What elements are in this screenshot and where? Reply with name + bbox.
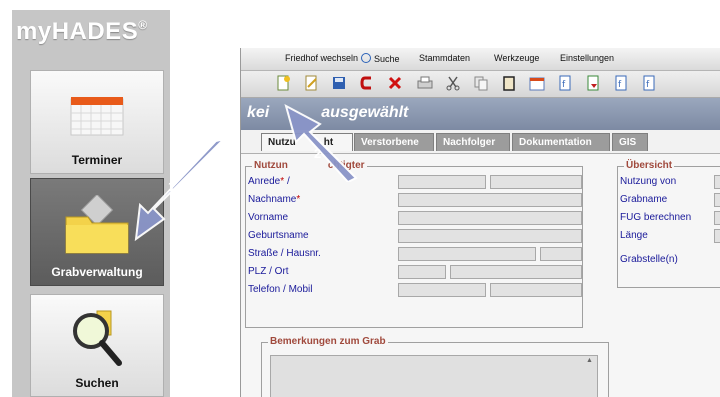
scroll-up-icon[interactable]: ▲: [586, 357, 593, 364]
folder-icon: [62, 193, 132, 260]
strasse-label: Straße / Hausnr.: [248, 248, 321, 259]
fug-field[interactable]: [714, 211, 720, 225]
new-icon[interactable]: [275, 75, 291, 91]
annotation-step-1: 1: [168, 179, 175, 194]
form-area: Nutzun chtigter Anrede* / Nachname* Vorna…: [241, 153, 720, 397]
save-icon[interactable]: [331, 75, 347, 91]
paste-icon[interactable]: [501, 75, 517, 91]
grabname-field[interactable]: [714, 193, 720, 207]
magnifier-icon: [67, 305, 127, 374]
undo-icon[interactable]: [359, 75, 375, 91]
mobil-field[interactable]: [490, 283, 582, 297]
app-logo: myHADES®: [16, 18, 148, 45]
calendar-icon[interactable]: [529, 75, 545, 91]
menu-einstellungen[interactable]: Einstellungen: [560, 53, 614, 63]
grabstelle-label: Grabstelle(n): [620, 254, 678, 265]
bemerkungen-group: Bemerkungen zum Grab ▲: [261, 336, 609, 397]
edit-icon[interactable]: [303, 75, 319, 91]
strasse-field[interactable]: [398, 247, 536, 261]
menu-suche[interactable]: Suche: [361, 53, 400, 64]
export-icon[interactable]: [585, 75, 601, 91]
annotation-arrow-2: 2: [284, 104, 358, 182]
plz-field[interactable]: [398, 265, 446, 279]
cut-icon[interactable]: [445, 75, 461, 91]
plz-ort-label: PLZ / Ort: [248, 266, 289, 277]
delete-icon[interactable]: [387, 75, 403, 91]
annotation-arrow-1: 1: [134, 137, 228, 242]
laenge-label: Länge: [620, 230, 648, 241]
annotation-step-2: 2: [314, 146, 321, 161]
vorname-label: Vorname: [248, 212, 289, 223]
anrede-field[interactable]: [398, 175, 486, 189]
menu-friedhof-wechseln[interactable]: Friedhof wechseln: [285, 53, 358, 63]
laenge-field[interactable]: [714, 229, 720, 243]
main-window: Friedhof wechseln Suche Stammdaten Werkz…: [240, 48, 720, 397]
group-legend: Bemerkungen zum Grab: [268, 336, 388, 347]
nutzung-von-label: Nutzung von: [620, 176, 677, 187]
copy-icon[interactable]: [473, 75, 489, 91]
sidebar-item-suchen[interactable]: Suchen: [30, 294, 164, 397]
geburtsname-field[interactable]: [398, 229, 582, 243]
uebersicht-group: Übersicht Nutzung von Grabname FUG berec…: [617, 160, 720, 288]
nachname-field[interactable]: [398, 193, 582, 207]
sidebar-item-label: Grabverwaltung: [51, 265, 143, 279]
telefon-label: Telefon / Mobil: [248, 284, 313, 295]
sidebar-item-label: Suchen: [75, 376, 119, 390]
report-icon[interactable]: f: [557, 75, 573, 91]
vorname-field[interactable]: [398, 211, 582, 225]
group-legend: Übersicht: [624, 160, 675, 171]
ort-field[interactable]: [450, 265, 582, 279]
bemerkungen-textarea[interactable]: [270, 355, 598, 397]
nutzung-von-field[interactable]: [714, 175, 720, 189]
fug-label: FUG berechnen: [620, 212, 692, 223]
tab-nachfolger[interactable]: Nachfolger: [436, 133, 510, 151]
calendar-icon: [69, 93, 125, 142]
tab-dokumentation[interactable]: Dokumentation: [512, 133, 610, 151]
hausnr-field[interactable]: [540, 247, 582, 261]
search-icon: [361, 53, 371, 63]
menu-stammdaten[interactable]: Stammdaten: [419, 53, 470, 63]
telefon-field[interactable]: [398, 283, 486, 297]
geburtsname-label: Geburtsname: [248, 230, 309, 241]
nutzungsberechtigter-group: Nutzun chtigter Anrede* / Nachname* Vorna…: [245, 160, 583, 328]
toolbar: f f f: [241, 71, 720, 98]
grabname-label: Grabname: [620, 194, 668, 205]
report3-icon[interactable]: f: [641, 75, 657, 91]
report2-icon[interactable]: f: [613, 75, 629, 91]
nachname-label: Nachname*: [248, 194, 301, 205]
tab-gis[interactable]: GIS: [612, 133, 648, 151]
menu-werkzeuge[interactable]: Werkzeuge: [494, 53, 539, 63]
titel-field[interactable]: [490, 175, 582, 189]
print-icon[interactable]: [417, 75, 433, 91]
menu-bar: Friedhof wechseln Suche Stammdaten Werkz…: [241, 48, 720, 71]
tab-verstorbene[interactable]: Verstorbene: [354, 133, 434, 151]
